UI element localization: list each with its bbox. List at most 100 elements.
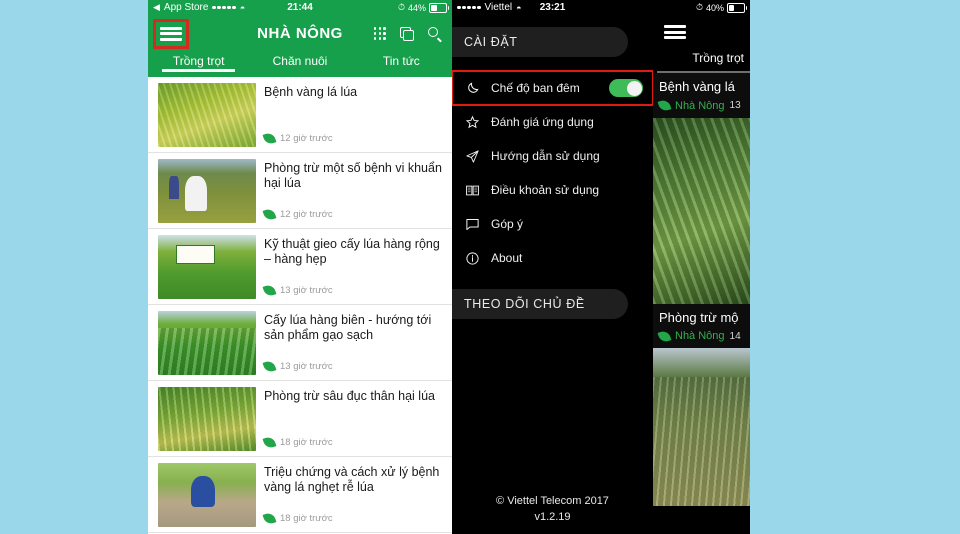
leaf-icon — [657, 329, 672, 344]
tab-trong-trot[interactable]: Trồng trọt — [692, 49, 744, 65]
article-meta: 13 giờ trước — [262, 283, 444, 298]
moon-icon — [464, 81, 481, 95]
article-text: Phòng trừ một số bệnh vi khuẩn hại lúa 1… — [262, 159, 444, 222]
menu-item-about[interactable]: About — [452, 241, 653, 275]
article-thumbnail — [653, 348, 750, 507]
right-status-bar: ⏱ 40% — [653, 0, 750, 15]
article-title: Phòng trừ mộ — [659, 309, 739, 325]
wifi-icon: ◓ — [239, 2, 246, 13]
copy-icon[interactable] — [400, 26, 414, 41]
article-thumbnail — [158, 159, 256, 223]
menu-item-label: Điều khoản sử dụng — [491, 183, 600, 197]
star-icon — [464, 115, 481, 130]
alarm-icon: ⏱ — [695, 2, 703, 12]
tab-tin-tuc[interactable]: Tin tức — [351, 52, 452, 68]
list-item[interactable]: Kỹ thuật gieo cấy lúa hàng rộng – hàng h… — [148, 229, 452, 305]
tab-chan-nuoi[interactable]: Chăn nuôi — [249, 52, 350, 68]
menu-item-user-guide[interactable]: Hướng dẫn sử dụng — [452, 139, 653, 173]
article-time: 12 giờ trước — [280, 209, 333, 220]
tab-underline — [657, 71, 750, 73]
paper-plane-icon — [464, 149, 481, 164]
menu-item-terms[interactable]: Điều khoản sử dụng — [452, 173, 653, 207]
carrier-label: Viettel — [484, 2, 513, 13]
night-mode-toggle[interactable] — [609, 79, 643, 97]
menu-item-label: Đánh giá ứng dụng — [491, 115, 594, 129]
right-tab-bar: Trồng trọt — [653, 49, 750, 73]
menu-item-label: Góp ý — [491, 217, 524, 231]
article-thumbnail — [158, 463, 256, 527]
article-thumbnail — [158, 83, 256, 147]
list-item[interactable]: Phòng trừ sâu đục thân hại lúa 18 giờ tr… — [148, 381, 452, 457]
menu-item-night-mode[interactable]: Chế độ ban đêm — [452, 70, 653, 106]
article-title: Phòng trừ một số bệnh vi khuẩn hại lúa — [264, 161, 442, 191]
article-time: 18 giờ trước — [280, 513, 333, 524]
tab-trong-trot[interactable]: Trồng trọt — [148, 52, 249, 72]
left-phone-screen: ◀ App Store ◓ 21:44 ⏱ 44% NHÀ NÔNG Trồng… — [148, 0, 452, 534]
left-app-bar: NHÀ NÔNG — [148, 15, 452, 52]
signal-dots-icon — [212, 5, 236, 10]
battery-icon — [429, 2, 449, 13]
article-time: 13 giờ trước — [280, 285, 333, 296]
article-number: 13 — [729, 100, 741, 112]
app-bar-actions — [373, 26, 442, 43]
article-thumbnail — [158, 387, 256, 451]
grid-icon[interactable] — [373, 27, 386, 40]
article-title: Phòng trừ sâu đục thân hại lúa — [264, 389, 435, 403]
search-icon[interactable] — [428, 26, 442, 43]
list-item[interactable]: Bệnh vàng lá Nhà Nông 13 — [653, 73, 750, 118]
wifi-icon: ◓ — [516, 2, 522, 13]
follow-topics-header[interactable]: THEO DÕI CHỦ ĐỀ — [452, 289, 628, 319]
menu-item-rate-app[interactable]: Đánh giá ứng dụng — [452, 105, 653, 139]
hamburger-menu-icon[interactable] — [662, 22, 688, 42]
back-to-app-store-icon[interactable]: ◀ — [153, 2, 160, 13]
list-item[interactable]: Bệnh vàng lá lúa 12 giờ trước — [148, 77, 452, 153]
article-text: Kỹ thuật gieo cấy lúa hàng rộng – hàng h… — [262, 235, 444, 298]
list-item[interactable]: Phòng trừ một số bệnh vi khuẩn hại lúa 1… — [148, 153, 452, 229]
alarm-icon: ⏱ — [397, 2, 405, 12]
article-meta: 18 giờ trước — [262, 511, 444, 526]
settings-menu: Chế độ ban đêm Đánh giá ứng dụng Hướng d… — [452, 70, 653, 275]
article-meta: 12 giờ trước — [262, 131, 444, 146]
back-to-app-store-label[interactable]: App Store — [164, 2, 208, 13]
article-title: Bệnh vàng lá — [659, 79, 735, 94]
screenshot-stage: ◀ App Store ◓ 21:44 ⏱ 44% NHÀ NÔNG Trồng… — [0, 0, 960, 534]
leaf-icon — [262, 435, 277, 450]
article-source: Nhà Nông — [675, 99, 725, 112]
article-meta: 18 giờ trước — [262, 435, 444, 450]
left-tab-bar: Trồng trọt Chăn nuôi Tin tức — [148, 52, 452, 77]
status-bar-right: ⏱ 44% — [397, 2, 449, 13]
article-title: Cấy lúa hàng biên - hướng tới sản phẩm g… — [264, 313, 432, 343]
article-number: 14 — [729, 330, 741, 342]
book-icon — [464, 183, 481, 198]
menu-item-feedback[interactable]: Góp ý — [452, 207, 653, 241]
info-icon — [464, 251, 481, 266]
article-time: 12 giờ trước — [280, 133, 333, 144]
article-thumbnail — [158, 311, 256, 375]
leaf-icon — [262, 511, 277, 526]
article-meta: Nhà Nông 14 — [657, 329, 750, 344]
article-title: Triệu chứng và cách xử lý bệnh vàng lá n… — [264, 465, 440, 495]
article-title: Kỹ thuật gieo cấy lúa hàng rộng – hàng h… — [264, 237, 440, 267]
list-item[interactable]: Triệu chứng và cách xử lý bệnh vàng lá n… — [148, 457, 452, 533]
leaf-icon — [262, 207, 277, 222]
menu-item-label: Chế độ ban đêm — [491, 81, 580, 95]
right-app-bar — [653, 15, 750, 49]
article-text: Bệnh vàng lá lúa 12 giờ trước — [262, 83, 444, 146]
battery-icon — [727, 2, 747, 13]
status-bar-left: Viettel ◓ — [457, 2, 522, 13]
article-meta: 13 giờ trước — [262, 359, 444, 374]
leaf-icon — [262, 359, 277, 374]
settings-header: CÀI ĐẶT — [452, 27, 628, 57]
app-footer: © Viettel Telecom 2017 v1.2.19 — [452, 494, 653, 526]
menu-item-label: About — [491, 251, 523, 265]
list-item[interactable]: Phòng trừ mộ Nhà Nông 14 — [653, 303, 750, 349]
list-item[interactable]: Cấy lúa hàng biên - hướng tới sản phẩm g… — [148, 305, 452, 381]
article-title: Bệnh vàng lá lúa — [264, 85, 358, 99]
leaf-icon — [262, 131, 277, 146]
article-meta: 12 giờ trước — [262, 207, 444, 222]
right-phone-screen: ⏱ 40% Trồng trọt Bệnh vàng lá Nhà Nông 1… — [653, 0, 750, 534]
leaf-icon — [262, 283, 277, 298]
article-text: Triệu chứng và cách xử lý bệnh vàng lá n… — [262, 463, 444, 526]
hamburger-menu-icon[interactable] — [153, 18, 189, 49]
article-feed[interactable]: Bệnh vàng lá lúa 12 giờ trước Phòng trừ … — [148, 77, 452, 534]
